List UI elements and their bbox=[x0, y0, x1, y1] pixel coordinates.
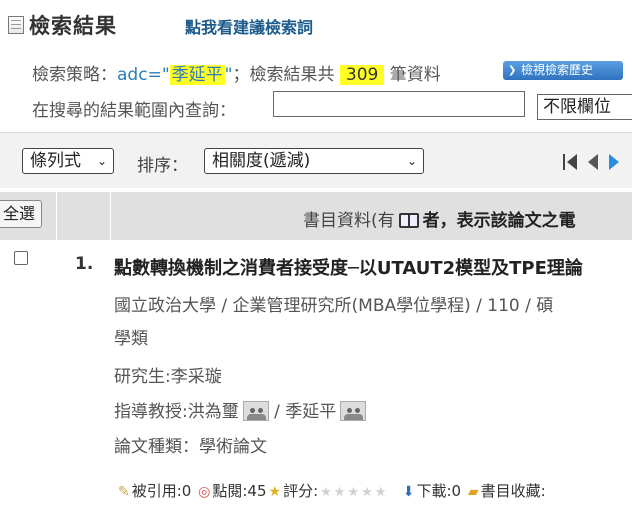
cited-count: 被引用:0 bbox=[131, 482, 192, 500]
rating-star-icon[interactable]: ★ bbox=[334, 485, 346, 500]
column-header-suffix: 者，表示該論文之電 bbox=[422, 211, 576, 231]
result-stats: ✎ 被引用:0 ◎ 點閱:45 ★ 評分: ★ ★ ★ ★ ★ ⬇ 下載:0 ▰ 書目收藏: bbox=[118, 480, 548, 501]
search-within-input[interactable] bbox=[273, 91, 525, 117]
result-title-link[interactable]: 點數轉換機制之消費者接受度─以UTAUT2模型及TPE理論 bbox=[114, 254, 583, 280]
result-subject: 學類 bbox=[114, 329, 148, 349]
bookmark-folder-icon: ▰ bbox=[467, 484, 479, 500]
view-mode-value: 條列式 bbox=[30, 151, 81, 171]
result-suffix: 筆資料 bbox=[389, 65, 441, 85]
query-open-quote: " bbox=[161, 65, 170, 85]
select-all-button[interactable]: 全選 bbox=[0, 200, 42, 228]
download-count: 下載:0 bbox=[416, 482, 462, 500]
document-icon bbox=[8, 16, 24, 34]
views-icon: ◎ bbox=[198, 484, 211, 500]
advisor-profile-icon[interactable] bbox=[340, 401, 367, 421]
result-advisors: 指導教授:洪為璽 / 季延平 bbox=[114, 397, 367, 422]
result-checkbox[interactable] bbox=[14, 251, 28, 265]
result-number: 1. bbox=[75, 254, 94, 274]
sort-label: 排序： bbox=[137, 156, 188, 176]
rating-icon: ★ bbox=[268, 484, 282, 500]
search-strategy: 檢索策略：adc=" 季延平 "；檢索結果共 309 筆資料 bbox=[32, 60, 441, 85]
suggested-terms-link[interactable]: 點我看建議檢索詞 bbox=[185, 14, 313, 38]
pager bbox=[563, 151, 625, 170]
result-student: 研究生:李采璇 bbox=[114, 367, 222, 387]
column-header-prefix: 書目資料(有 bbox=[303, 211, 395, 231]
result-thesis-type: 論文種類：學術論文 bbox=[114, 437, 267, 457]
prev-page-icon[interactable] bbox=[588, 153, 599, 170]
chevron-down-icon: ⌄ bbox=[406, 154, 417, 168]
view-mode-select[interactable]: 條列式 ⌄ bbox=[22, 148, 114, 174]
advisor-label: 指導教授:洪為璽 bbox=[114, 402, 239, 422]
view-history-button[interactable]: 檢視檢索歷史 bbox=[503, 61, 623, 80]
result-prefix: ；檢索結果共 bbox=[232, 65, 335, 85]
strategy-label: 檢索策略： bbox=[32, 65, 117, 85]
result-count: 309 bbox=[339, 65, 385, 85]
field-select[interactable]: 不限欄位 bbox=[537, 94, 632, 120]
download-icon: ⬇ bbox=[402, 484, 415, 500]
rating-star-icon[interactable]: ★ bbox=[361, 485, 373, 500]
bookmark-count: 書目收藏: bbox=[480, 482, 546, 500]
next-page-icon[interactable] bbox=[609, 153, 620, 170]
book-icon bbox=[398, 213, 419, 228]
result-institution: 國立政治大學 / 企業管理研究所(MBA學位學程) / 110 / 碩 bbox=[114, 296, 554, 316]
column-divider bbox=[110, 192, 111, 240]
sort-select[interactable]: 相關度(遞減) ⌄ bbox=[204, 148, 424, 174]
cited-icon: ✎ bbox=[118, 484, 130, 500]
results-toolbar: 條列式 ⌄ 排序： 相關度(遞減) ⌄ bbox=[0, 132, 632, 188]
advisor-second: / 季延平 bbox=[274, 402, 337, 422]
bibliography-column-header: 書目資料(有 者，表示該論文之電 bbox=[303, 206, 576, 231]
search-within-label: 在搜尋的結果範圍內查詢： bbox=[32, 101, 236, 121]
advisor-profile-icon[interactable] bbox=[242, 401, 269, 421]
views-count: 點閱:45 bbox=[212, 482, 267, 500]
results-header: 檢索結果 點我看建議檢索詞 bbox=[0, 6, 632, 38]
rating-star-icon[interactable]: ★ bbox=[375, 485, 387, 500]
rating-label: 評分: bbox=[283, 482, 319, 500]
first-page-icon[interactable] bbox=[563, 153, 577, 170]
rating-star-icon[interactable]: ★ bbox=[320, 485, 332, 500]
query-field: adc= bbox=[117, 65, 162, 85]
chevron-down-icon: ⌄ bbox=[96, 154, 107, 168]
query-value: 季延平 bbox=[169, 65, 225, 85]
sort-value: 相關度(遞減) bbox=[212, 151, 311, 171]
column-divider bbox=[56, 192, 57, 240]
rating-star-icon[interactable]: ★ bbox=[347, 485, 359, 500]
page-title: 檢索結果 bbox=[29, 14, 117, 38]
results-table-header: 全選 書目資料(有 者，表示該論文之電 bbox=[0, 192, 632, 240]
